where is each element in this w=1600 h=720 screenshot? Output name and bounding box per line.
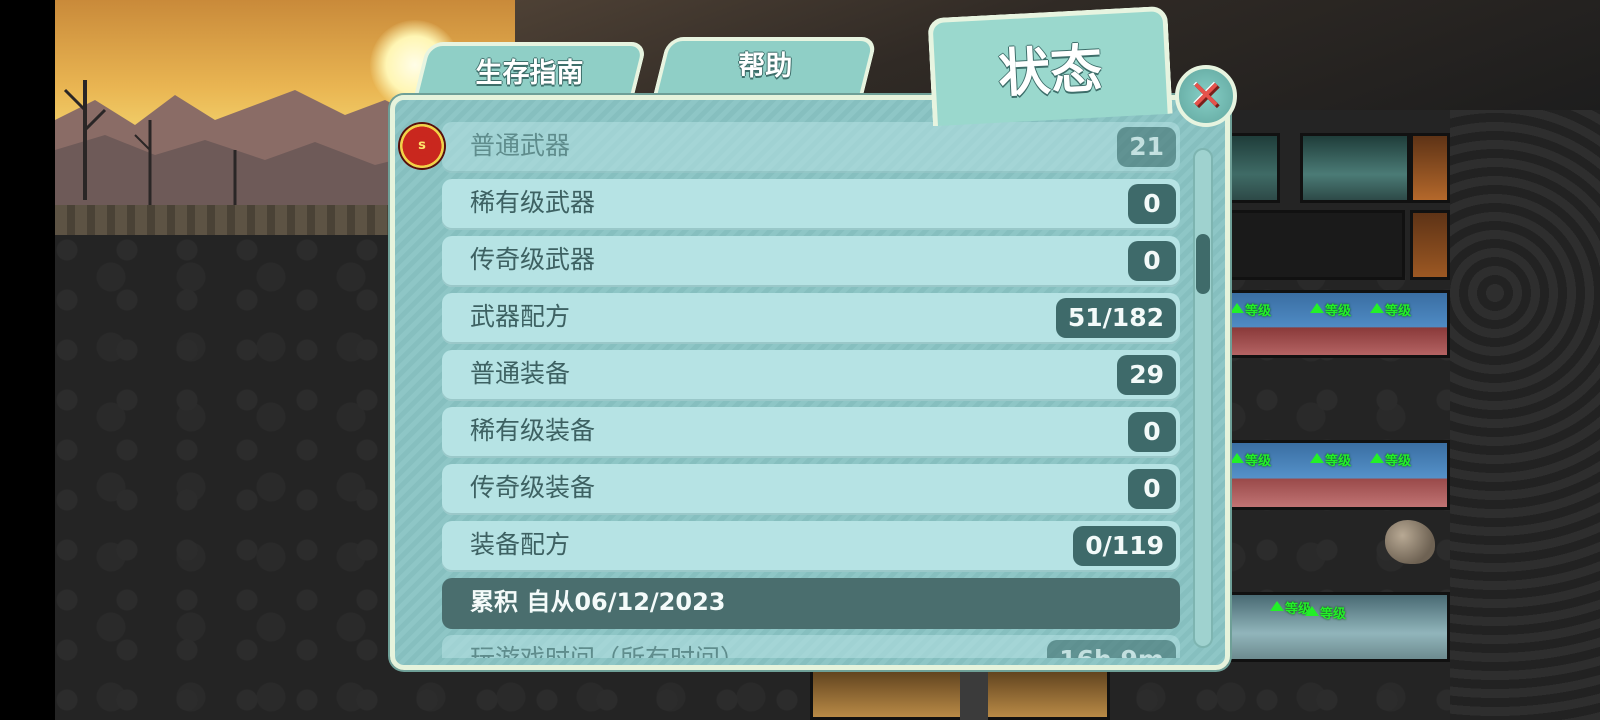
stat-label: 传奇级武器 <box>470 245 596 274</box>
stat-row: 稀有级装备 0 <box>442 407 1180 458</box>
stat-row: 普通装备 29 <box>442 350 1180 401</box>
vault-room[interactable] <box>1410 133 1450 203</box>
up-arrow-icon <box>1370 303 1384 313</box>
vault-room[interactable] <box>1410 210 1450 280</box>
stat-label: 武器配方 <box>470 302 571 331</box>
up-arrow-icon <box>1370 453 1384 463</box>
stat-value: 0 <box>1128 241 1176 281</box>
level-up-indicator[interactable]: 等级 <box>1305 603 1346 622</box>
stat-value: 0 <box>1128 184 1176 224</box>
stats-list[interactable]: 普通武器 21 稀有级武器 0 传奇级武器 0 武器配方 51/182 普通装备… <box>442 120 1180 658</box>
stat-label: 传奇级装备 <box>470 473 596 502</box>
tab-help[interactable]: 帮助 <box>652 37 878 99</box>
scrollbar-thumb[interactable] <box>1196 234 1210 294</box>
stat-label: 稀有级装备 <box>470 416 596 445</box>
up-arrow-icon <box>1270 601 1284 611</box>
stat-row: 传奇级装备 0 <box>442 464 1180 515</box>
scrollbar[interactable] <box>1193 148 1213 648</box>
vault-room[interactable] <box>1300 133 1410 203</box>
up-arrow-icon <box>1305 606 1319 616</box>
stat-label: 普通装备 <box>470 359 571 388</box>
stat-value: 51/182 <box>1055 298 1176 338</box>
up-arrow-icon <box>1310 453 1324 463</box>
stat-label: 普通武器 <box>470 131 571 160</box>
stat-label: 装备配方 <box>470 530 571 559</box>
stat-value: 16h 9m <box>1047 640 1176 658</box>
section-header: 累积 自从06/12/2023 <box>442 578 1180 629</box>
stat-row: 普通武器 21 <box>442 122 1180 173</box>
elevator[interactable] <box>960 665 988 720</box>
level-up-indicator[interactable]: 等级 <box>1310 450 1351 469</box>
close-button[interactable]: ✕ <box>1175 65 1237 127</box>
stat-value: 0 <box>1128 412 1176 452</box>
stat-value: 0 <box>1128 469 1176 509</box>
bottle-cap-icon: s <box>400 124 444 168</box>
level-up-indicator[interactable]: 等级 <box>1230 450 1271 469</box>
tab-survival-guide[interactable]: 生存指南 <box>412 42 648 102</box>
stat-row: 武器配方 51/182 <box>442 293 1180 344</box>
stat-value: 0/119 <box>1073 526 1176 566</box>
stat-row: 装备配方 0/119 <box>442 521 1180 572</box>
level-up-indicator[interactable]: 等级 <box>1230 300 1271 319</box>
stat-label: 玩游戏时间（所有时间） <box>470 635 745 658</box>
up-arrow-icon <box>1230 453 1244 463</box>
rock-wall <box>1450 110 1600 720</box>
close-icon: ✕ <box>1189 73 1223 119</box>
level-up-indicator[interactable]: 等级 <box>1370 450 1411 469</box>
stat-row: 玩游戏时间（所有时间） 16h 9m <box>442 635 1180 658</box>
section-header-label: 累积 自从06/12/2023 <box>470 588 726 616</box>
boulder <box>1385 520 1435 564</box>
level-up-indicator[interactable]: 等级 <box>1310 300 1351 319</box>
stat-value: 29 <box>1117 355 1176 395</box>
stat-label: 稀有级武器 <box>470 188 596 217</box>
up-arrow-icon <box>1310 303 1324 313</box>
tab-status[interactable]: 状态 <box>927 5 1173 127</box>
stat-row: 传奇级武器 0 <box>442 236 1180 287</box>
stat-value: 21 <box>1117 127 1176 167</box>
stat-row: 稀有级武器 0 <box>442 179 1180 230</box>
level-up-indicator[interactable]: 等级 <box>1370 300 1411 319</box>
up-arrow-icon <box>1230 303 1244 313</box>
